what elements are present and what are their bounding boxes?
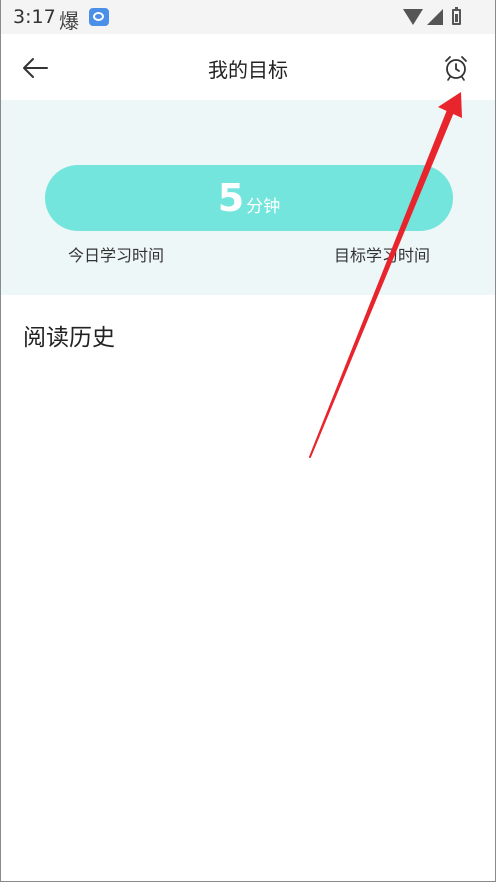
- top-app-bar: 我的目标: [1, 34, 495, 100]
- study-time-value: 5 分钟: [45, 165, 453, 231]
- alarm-clock-icon: [445, 56, 467, 81]
- goal-panel: 5 分钟 今日学习时间 目标学习时间: [1, 100, 495, 295]
- status-bar: 3:17 爆: [1, 0, 495, 34]
- reading-history-title: 阅读历史: [23, 325, 115, 351]
- battery-icon: [452, 7, 461, 25]
- target-study-time-label: 目标学习时间: [333, 246, 430, 265]
- app-notification-icon: [89, 8, 109, 26]
- study-minutes-unit: 分钟: [246, 196, 281, 217]
- study-minutes: 5: [217, 176, 245, 220]
- signal-icon: [427, 9, 443, 25]
- status-time: 3:17: [13, 6, 56, 28]
- notification-glyph: 爆: [59, 9, 79, 33]
- wifi-icon: [403, 9, 423, 25]
- study-time-progress-bar: 5 分钟: [45, 165, 453, 231]
- app-frame: 3:17 爆 我的目标 5 分钟 今日学习时间 目标学习时间 阅读历史: [0, 0, 496, 882]
- alarm-button[interactable]: [436, 48, 476, 88]
- today-study-time-label: 今日学习时间: [68, 246, 165, 265]
- status-indicators: [403, 6, 461, 28]
- page-title: 我的目标: [208, 58, 288, 82]
